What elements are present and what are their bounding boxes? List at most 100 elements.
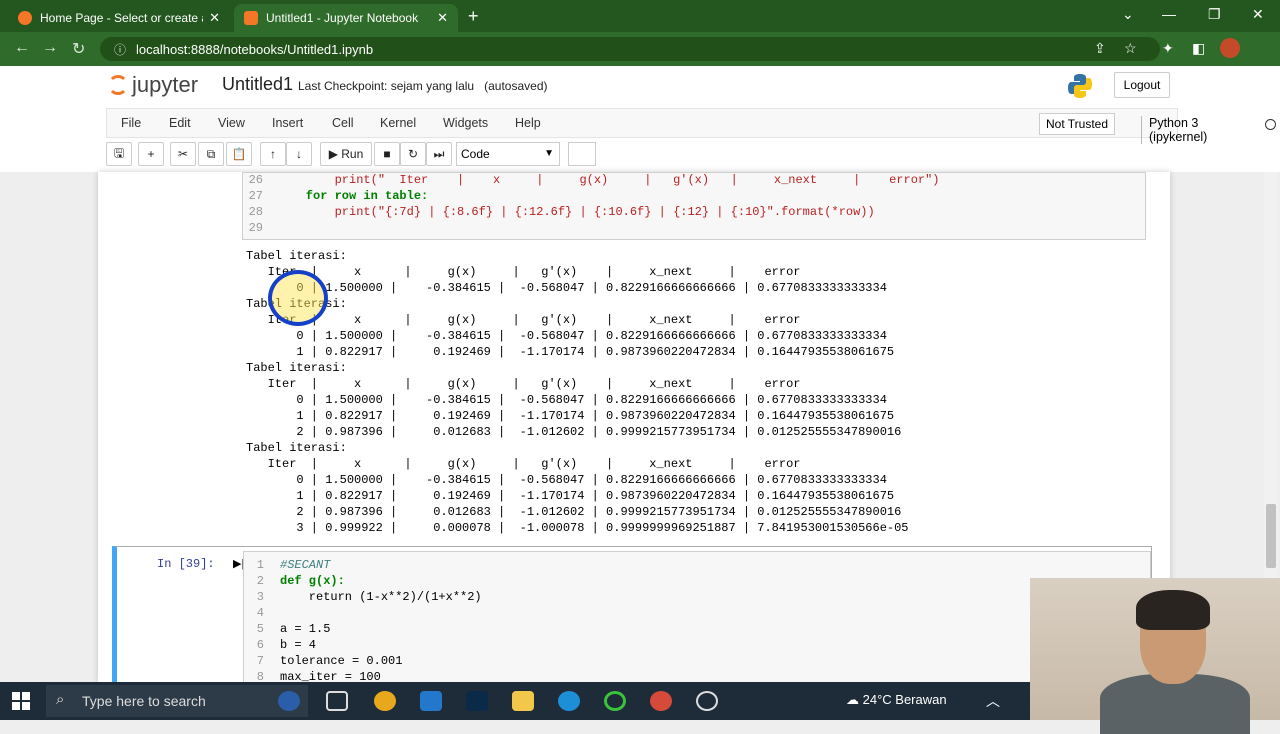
move-down-icon[interactable]: ↓ bbox=[286, 142, 312, 166]
code-line: #SECANT bbox=[280, 558, 331, 572]
code-line: tolerance = 0.001 bbox=[280, 654, 403, 668]
stop-icon[interactable]: ■ bbox=[374, 142, 400, 166]
tab-untitled1[interactable]: Untitled1 - Jupyter Notebook ✕ bbox=[234, 4, 458, 32]
weather-widget[interactable]: ☁ 24°C Berawan bbox=[846, 692, 947, 708]
cut-icon[interactable]: ✂ bbox=[170, 142, 196, 166]
menu-edit[interactable]: Edit bbox=[169, 116, 191, 130]
taskbar-search[interactable]: ⌕ Type here to search bbox=[46, 685, 308, 717]
keyboard-icon[interactable] bbox=[568, 142, 596, 166]
edge-icon[interactable] bbox=[558, 691, 580, 711]
maximize-icon[interactable]: ❐ bbox=[1208, 6, 1221, 23]
fast-forward-icon[interactable]: ⏭ bbox=[426, 142, 452, 166]
line-number: 4 bbox=[256, 606, 264, 620]
new-tab-icon[interactable]: + bbox=[468, 6, 479, 27]
notebook-container: 26 27 28 29 print(" Iter | x | g(x) | g'… bbox=[98, 172, 1170, 682]
checkpoint-text: Last Checkpoint: sejam yang lalu bbox=[298, 79, 475, 93]
paste-icon[interactable]: 📋 bbox=[226, 142, 252, 166]
menu-view[interactable]: View bbox=[218, 116, 245, 130]
menu-cell[interactable]: Cell bbox=[332, 116, 354, 130]
code-line: b = 4 bbox=[280, 638, 317, 652]
code-editor[interactable]: 26 27 28 29 print(" Iter | x | g(x) | g'… bbox=[242, 172, 1146, 240]
output-line: Iter | x | g(x) | g'(x) | x_next | error bbox=[246, 377, 801, 391]
output-line: Tabel iterasi: bbox=[246, 441, 347, 455]
reload-icon[interactable]: ↻ bbox=[72, 39, 85, 59]
menu-kernel[interactable]: Kernel bbox=[380, 116, 416, 130]
add-cell-icon[interactable]: + bbox=[138, 142, 164, 166]
cell-type-select[interactable]: Code ▼ bbox=[456, 142, 560, 166]
chevron-down-icon[interactable]: ⌄ bbox=[1122, 6, 1134, 23]
code-line: def g(x): bbox=[280, 574, 345, 588]
star-icon[interactable]: ☆ bbox=[1124, 40, 1137, 57]
url-input[interactable]: ⓘ localhost:8888/notebooks/Untitled1.ipyn… bbox=[100, 37, 1160, 61]
webcam-overlay bbox=[1030, 578, 1280, 734]
not-trusted-button[interactable]: Not Trusted bbox=[1039, 113, 1116, 135]
line-number: 8 bbox=[256, 670, 264, 682]
checkpoint-status: Last Checkpoint: sejam yang lalu (autosa… bbox=[298, 79, 548, 93]
notebook-name[interactable]: Untitled1 bbox=[222, 74, 293, 95]
close-window-icon[interactable]: ✕ bbox=[1252, 6, 1264, 23]
output-line: 0 | 1.500000 | -0.384615 | -0.568047 | 0… bbox=[246, 281, 887, 295]
output-line: 0 | 1.500000 | -0.384615 | -0.568047 | 0… bbox=[246, 393, 887, 407]
menu-widgets[interactable]: Widgets bbox=[443, 116, 488, 130]
menu-bar: File Edit View Insert Cell Kernel Widget… bbox=[106, 108, 1276, 144]
task-view-icon[interactable] bbox=[326, 691, 348, 711]
code-editor[interactable]: 1 2 3 4 5 6 7 8 #SECANT def g(x): return… bbox=[243, 551, 1151, 682]
output-line: Iter | x | g(x) | g'(x) | x_next | error bbox=[246, 313, 801, 327]
line-number: 29 bbox=[248, 221, 263, 235]
tab-home-page[interactable]: Home Page - Select or create a n ✕ bbox=[8, 4, 230, 32]
chevron-down-icon: ▼ bbox=[544, 148, 554, 159]
run-label: Run bbox=[341, 147, 364, 161]
photoshop-icon[interactable] bbox=[466, 691, 488, 711]
chevron-up-icon[interactable]: ︿ bbox=[986, 691, 1000, 711]
jupyter-logo[interactable]: jupyter bbox=[108, 72, 198, 98]
code-line: max_iter = 100 bbox=[280, 670, 381, 682]
output-line: 0 | 1.500000 | -0.384615 | -0.568047 | 0… bbox=[246, 473, 887, 487]
close-icon[interactable]: ✕ bbox=[437, 10, 448, 26]
scrollbar-thumb[interactable] bbox=[1266, 504, 1276, 568]
info-icon: ⓘ bbox=[114, 42, 127, 57]
menu-help[interactable]: Help bbox=[515, 116, 541, 130]
output-line: 0 | 1.500000 | -0.384615 | -0.568047 | 0… bbox=[246, 329, 887, 343]
kernel-idle-icon bbox=[1265, 119, 1276, 130]
sidebar-icon[interactable]: ◧ bbox=[1192, 40, 1205, 57]
line-number: 2 bbox=[256, 574, 264, 588]
browser-tab-strip: Home Page - Select or create a n ✕ Untit… bbox=[0, 0, 1280, 32]
output-line: 1 | 0.822917 | 0.192469 | -1.170174 | 0.… bbox=[246, 489, 895, 503]
move-up-icon[interactable]: ↑ bbox=[260, 142, 286, 166]
restart-icon[interactable]: ↻ bbox=[400, 142, 426, 166]
minimize-icon[interactable]: — bbox=[1162, 6, 1176, 22]
output-line: Iter | x | g(x) | g'(x) | x_next | error bbox=[246, 457, 801, 471]
menu-insert[interactable]: Insert bbox=[272, 116, 303, 130]
chrome-active-icon[interactable] bbox=[650, 691, 672, 711]
obs-icon[interactable] bbox=[696, 691, 718, 711]
code-line: a = 1.5 bbox=[280, 622, 331, 636]
output-line: Tabel iterasi: bbox=[246, 361, 347, 375]
back-icon[interactable]: ← bbox=[14, 39, 30, 57]
logout-button[interactable]: Logout bbox=[1114, 72, 1170, 98]
close-icon[interactable]: ✕ bbox=[209, 10, 220, 26]
forward-icon[interactable]: → bbox=[42, 39, 58, 57]
windows-start-icon[interactable] bbox=[12, 692, 30, 710]
vscode-icon[interactable] bbox=[420, 691, 442, 711]
logo-text: jupyter bbox=[132, 72, 199, 97]
code-cell-selected[interactable]: In [39]: ▶| 1 2 3 4 5 6 7 8 #SECANT def … bbox=[112, 546, 1152, 682]
share-icon[interactable]: ⇪ bbox=[1094, 40, 1106, 57]
bing-icon[interactable] bbox=[278, 691, 300, 711]
code-line: print("{:7d} | {:8.6f} | {:12.6f} | {:10… bbox=[277, 205, 875, 219]
code-line: return (1-x**2)/(1+x**2) bbox=[280, 590, 482, 604]
jupyter-header: jupyter Untitled1 Last Checkpoint: sejam… bbox=[0, 66, 1280, 172]
run-button[interactable]: ▶ Run bbox=[320, 142, 372, 166]
app-icon[interactable] bbox=[604, 691, 626, 711]
kernel-name: Python 3 (ipykernel) bbox=[1141, 116, 1207, 144]
file-explorer-icon[interactable] bbox=[512, 691, 534, 711]
extensions-icon[interactable]: ✦ bbox=[1162, 40, 1174, 57]
save-icon[interactable]: 🖫 bbox=[106, 142, 132, 166]
copy-icon[interactable]: ⧉ bbox=[198, 142, 224, 166]
input-prompt: In [39]: bbox=[157, 557, 215, 571]
chrome-icon[interactable] bbox=[374, 691, 396, 711]
menu-file[interactable]: File bbox=[121, 116, 141, 130]
cursor-highlight bbox=[268, 270, 328, 326]
autosave-text: (autosaved) bbox=[484, 79, 548, 93]
line-number: 7 bbox=[256, 654, 264, 668]
avatar[interactable] bbox=[1220, 38, 1240, 58]
